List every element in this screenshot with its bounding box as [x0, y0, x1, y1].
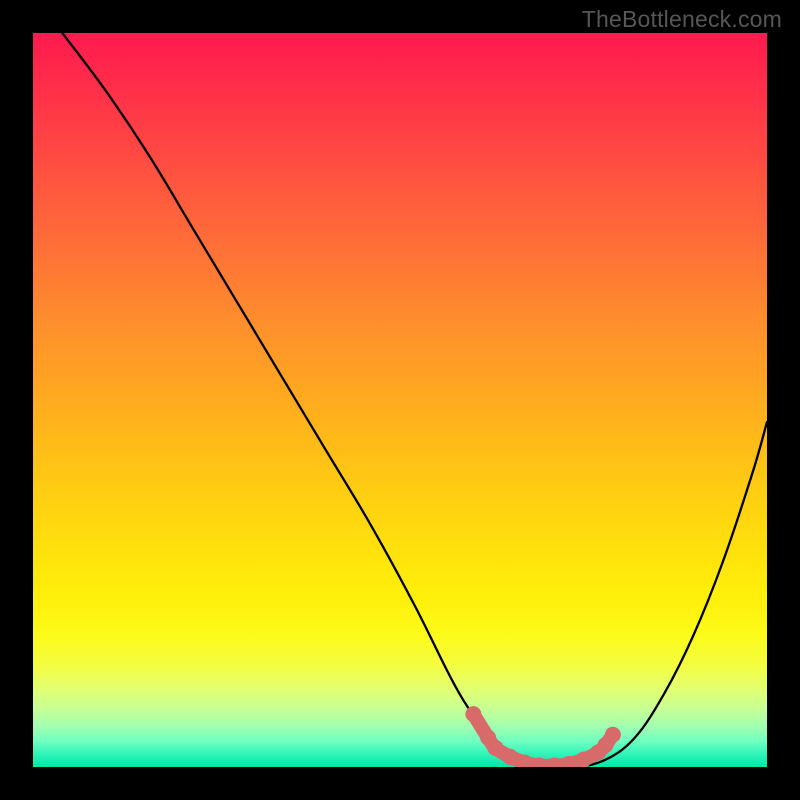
optimal-dot [465, 706, 481, 722]
plot-area [33, 33, 767, 767]
optimal-dot [502, 749, 518, 765]
watermark-text: TheBottleneck.com [582, 6, 782, 33]
optimal-dot [487, 740, 503, 756]
curve-layer [33, 33, 767, 767]
bottleneck-curve [62, 33, 767, 767]
optimal-dot [576, 752, 592, 767]
chart-container: TheBottleneck.com [0, 0, 800, 800]
optimal-dot [605, 727, 621, 743]
optimal-range-dots [465, 706, 620, 767]
